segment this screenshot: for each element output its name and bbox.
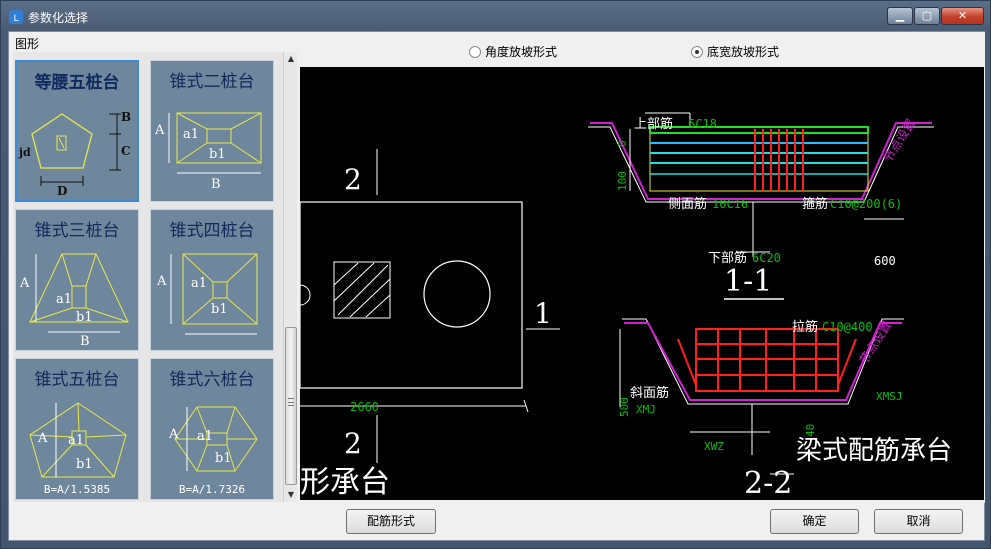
dim-label-a1: a1 — [56, 292, 73, 307]
title-bar[interactable]: L 参数化选择 ▁ ▢ ✕ — [1, 1, 990, 31]
dialog-client: 图形 等腰五桩台 B C D jd 锥式二桩台 A a1 b1 B 锥式三桩台 … — [8, 31, 985, 541]
shape-item-cone-two-pile[interactable]: 锥式二桩台 A a1 b1 B — [150, 60, 274, 202]
shape-item-cone-six-pile[interactable]: 锥式六桩台 A a1 b1 B=A/1.7326 — [150, 358, 274, 500]
shape-name: 锥式二桩台 — [169, 72, 255, 92]
stirrup-value: C10@200(6) — [830, 197, 902, 211]
cad-drawing: 2 2 1 2660 形承台 上部筋 6C18 侧面筋 10C16 箍筋 C10… — [300, 112, 952, 500]
tie-bar-label: 拉筋 — [792, 319, 818, 335]
slope-bar-label: 斜面筋 — [630, 385, 669, 401]
tie-bar-value: C10@400 — [822, 320, 873, 334]
dim-label-a1: a1 — [183, 127, 200, 142]
xmj-label: XMJ — [636, 403, 656, 416]
shape-item-cone-four-pile[interactable]: 锥式四桩台 A a1 b1 — [150, 209, 274, 351]
minimize-button[interactable]: ▁ — [887, 7, 913, 25]
plan-dimension: 2660 — [350, 400, 379, 414]
rebar-form-button[interactable]: 配筋形式 — [346, 509, 436, 534]
scroll-thumb[interactable] — [285, 327, 297, 485]
dim-label-b: B — [121, 110, 132, 124]
side-bar-label: 侧面筋 — [668, 196, 707, 212]
dim-label-a1: a1 — [191, 276, 208, 291]
shape-item-cone-three-pile[interactable]: 锥式三桩台 A a1 b1 B — [15, 209, 139, 351]
plan-label-right: 1 — [534, 297, 552, 330]
svg-text:L: L — [13, 14, 18, 24]
close-button[interactable]: ✕ — [941, 7, 984, 25]
shape-name: 锥式五桩台 — [34, 370, 120, 390]
shape-list: 等腰五桩台 B C D jd 锥式二桩台 A a1 b1 B 锥式三桩台 A a… — [13, 52, 283, 502]
xwz-label: XWZ — [704, 440, 724, 453]
dim-label-a: A — [169, 427, 179, 442]
dim-0: 0 — [616, 140, 629, 147]
dim-label-d: D — [57, 184, 68, 198]
dim-label-b1: b1 — [76, 310, 93, 325]
dim-500: 500 — [618, 397, 631, 417]
preview-panel: 角度放坡形式 底宽放坡形式 2 2 1 2660 形承台 上部筋 6C18 侧面… — [299, 32, 985, 503]
plan-caption: 形承台 — [300, 465, 390, 500]
shape-item-cone-five-pile[interactable]: 锥式五桩台 A a1 b1 B=A/1.5385 — [15, 358, 139, 500]
radio-label: 底宽放坡形式 — [707, 45, 780, 59]
shape-name: 锥式六桩台 — [169, 370, 255, 390]
dim-label-a1: a1 — [68, 433, 85, 448]
dim-label-a: A — [20, 276, 30, 291]
top-bar-label: 上部筋 — [634, 116, 673, 132]
dim-label-a: A — [38, 431, 48, 446]
radio-angle-slope[interactable]: 角度放坡形式 — [469, 43, 557, 60]
shape-name: 等腰五桩台 — [34, 73, 120, 93]
radio-icon[interactable] — [469, 45, 481, 58]
shape-name: 锥式三桩台 — [34, 221, 120, 241]
shape-group-label: 图形 — [15, 37, 40, 51]
scroll-up-arrow-icon[interactable]: ▲ — [284, 52, 298, 66]
plan-view — [300, 149, 560, 463]
dim-40: 40 — [804, 424, 817, 437]
cancel-button[interactable]: 取消 — [874, 509, 963, 534]
dim-600: 600 — [874, 254, 896, 268]
section-2-2-title: 2-2 — [744, 466, 792, 500]
top-bar-value: 6C18 — [688, 117, 717, 131]
xmsj-label: XMSJ — [876, 390, 903, 403]
dim-label-b1: b1 — [211, 302, 228, 317]
app-icon: L — [9, 10, 23, 24]
plan-label-bottom: 2 — [344, 427, 362, 460]
shape-name: 锥式四桩台 — [169, 221, 255, 241]
scroll-down-arrow-icon[interactable]: ▼ — [284, 488, 298, 502]
dim-label-a: A — [155, 123, 165, 138]
bottom-bar-value: 6C20 — [752, 251, 781, 265]
dim-label-c: C — [121, 144, 131, 158]
dim-label-a: A — [157, 274, 167, 289]
dim-label-jd: jd — [19, 146, 31, 159]
radio-width-slope[interactable]: 底宽放坡形式 — [691, 43, 779, 60]
plan-label-top: 2 — [344, 163, 362, 196]
dim-label-a1: a1 — [197, 429, 214, 444]
dialog-window: L 参数化选择 ▁ ▢ ✕ 图形 等腰五桩台 B C D jd 锥式二桩台 A … — [0, 0, 991, 549]
section-1-1-title: 1-1 — [724, 264, 772, 299]
drawing-canvas: 2 2 1 2660 形承台 上部筋 6C18 侧面筋 10C16 箍筋 C10… — [300, 67, 984, 500]
dim-label-b1: b1 — [209, 147, 226, 162]
radio-label: 角度放坡形式 — [485, 45, 558, 59]
shape-list-scrollbar[interactable]: ▲ ▼ — [283, 52, 297, 502]
grip-icon — [288, 398, 294, 406]
dim-label-b1: b1 — [215, 451, 232, 466]
stirrup-label: 箍筋 — [802, 196, 828, 212]
shape-panel: 图形 等腰五桩台 B C D jd 锥式二桩台 A a1 b1 B 锥式三桩台 … — [9, 32, 299, 503]
side-bar-value: 10C16 — [712, 197, 748, 211]
shape-item-isosceles-five-pile[interactable]: 等腰五桩台 B C D jd — [15, 60, 139, 202]
maximize-button[interactable]: ▢ — [914, 7, 940, 25]
button-bar: 配筋形式 确定 取消 — [9, 504, 984, 540]
window-title: 参数化选择 — [28, 11, 89, 25]
dim-label-b: B — [211, 177, 221, 192]
drawing-caption: 梁式配筋承台 — [796, 436, 952, 466]
shape-formula: B=A/1.5385 — [43, 483, 111, 496]
ok-button[interactable]: 确定 — [770, 509, 859, 534]
dim-100: 100 — [616, 171, 629, 191]
shape-formula: B=A/1.7326 — [178, 483, 246, 496]
dim-label-b1: b1 — [76, 457, 93, 472]
dim-label-b: B — [80, 334, 90, 349]
radio-selected-icon[interactable] — [691, 45, 703, 58]
